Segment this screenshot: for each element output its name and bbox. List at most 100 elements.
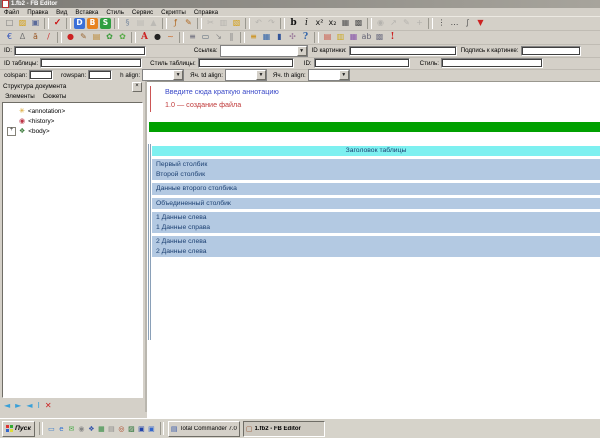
toolbar-icon[interactable]	[197, 18, 202, 29]
table-row[interactable]: 2 Данные слева 2 Данные слева	[152, 236, 600, 257]
menu-item[interactable]: Справка	[190, 9, 222, 16]
paste-icon[interactable]: ▧	[230, 17, 243, 29]
print-icon[interactable]: ▤	[134, 17, 147, 29]
italic-icon[interactable]: i	[300, 17, 313, 29]
panel-tab[interactable]: Сюжеты	[43, 93, 67, 100]
href-combo[interactable]: ▼	[220, 45, 308, 57]
add-link-icon[interactable]: ↗	[387, 17, 400, 29]
table-style-input[interactable]	[198, 58, 294, 68]
toolbar-icon[interactable]	[57, 32, 62, 43]
toolbar-icon[interactable]	[280, 18, 285, 29]
add-element-icon[interactable]: +	[413, 17, 426, 29]
graphics-icon[interactable]: ❖	[87, 425, 96, 433]
excel-icon[interactable]: ▦	[97, 425, 106, 433]
toolbar-icon[interactable]	[131, 32, 136, 43]
notes-icon[interactable]: ▣	[137, 425, 146, 433]
align-icon[interactable]: ≡	[186, 31, 199, 43]
view-source-icon[interactable]: S	[100, 18, 111, 29]
insert-title-icon[interactable]: Δ	[16, 31, 29, 43]
bullet-icon[interactable]: ●	[151, 31, 164, 43]
leaf-icon[interactable]: ✿	[103, 31, 116, 43]
menu-item[interactable]: Вид	[52, 9, 71, 16]
dropdown-arrow-icon[interactable]: ▼	[256, 70, 266, 80]
expander-icon[interactable]: +	[7, 127, 16, 136]
titlebar[interactable]: 1.fb2 - FB Editor	[0, 0, 600, 8]
image-id-input[interactable]	[349, 46, 457, 56]
rowspan-input[interactable]	[88, 70, 112, 80]
close-icon[interactable]: ×	[132, 82, 142, 92]
table-id-input[interactable]	[40, 58, 142, 68]
media-icon[interactable]: ◉	[77, 425, 86, 433]
insert-table-icon[interactable]: ▦	[260, 31, 273, 43]
taskbar-task-button[interactable]: ▢ 1.fb2 - FB Editor	[243, 421, 325, 437]
menu-item[interactable]: Файл	[0, 9, 23, 16]
burner-icon[interactable]: ◎	[117, 425, 126, 433]
pencil-icon[interactable]: ✎	[77, 31, 90, 43]
version-text[interactable]: 1.0 — создание файла	[165, 100, 241, 109]
panel-icon[interactable]: ▮	[273, 31, 286, 43]
subscript-icon[interactable]: x₂	[326, 17, 339, 29]
export-icon[interactable]: ▲	[147, 17, 160, 29]
menu-item[interactable]: Стиль	[102, 9, 128, 16]
flower-icon[interactable]: ✣	[286, 31, 299, 43]
ellipsis-icon[interactable]: …	[448, 17, 461, 29]
bold-icon[interactable]: b	[287, 17, 300, 29]
colspan-input[interactable]	[29, 70, 53, 80]
toolbar-icon[interactable]	[240, 32, 245, 43]
image-icon[interactable]: ▭	[199, 31, 212, 43]
floppy-icon[interactable]: ▣	[147, 425, 156, 433]
inline-image-icon[interactable]: ▦	[339, 17, 352, 29]
cell-id-input[interactable]	[314, 58, 410, 68]
columns-icon[interactable]: ‖	[225, 31, 238, 43]
remove-node-icon[interactable]: ✕	[45, 402, 52, 410]
note-icon[interactable]: ▩	[352, 17, 365, 29]
show-desktop-icon[interactable]: ▭	[47, 425, 56, 433]
new-document-icon[interactable]: □	[3, 17, 16, 29]
more-icon[interactable]: ⋮	[435, 17, 448, 29]
id-input[interactable]	[14, 46, 146, 56]
cell-style-input[interactable]	[441, 58, 543, 68]
toolbar-icon[interactable]	[367, 18, 372, 29]
record-icon[interactable]: ●	[64, 31, 77, 43]
table-merge-icon[interactable]: ▦	[347, 31, 360, 43]
script-icon[interactable]: ∫	[461, 17, 474, 29]
leaf2-icon[interactable]: ✿	[116, 31, 129, 43]
view-body-icon[interactable]: B	[87, 18, 98, 29]
menu-item[interactable]: Сервис	[128, 9, 157, 16]
table-row[interactable]: Данные второго столбика	[152, 183, 600, 195]
toolbar-icon[interactable]	[44, 18, 49, 29]
document-icon[interactable]: ▤	[107, 425, 116, 433]
redo-icon[interactable]: ↷	[265, 17, 278, 29]
panel-tab[interactable]: Элементы	[5, 93, 35, 100]
insert-emphasis-icon[interactable]: /	[42, 31, 55, 43]
hourglass-icon[interactable]: Ι	[37, 402, 39, 410]
brush-icon[interactable]: ✎	[182, 17, 195, 29]
notebook-icon[interactable]: ▤	[90, 31, 103, 43]
halign-combo[interactable]: ▼	[142, 69, 184, 81]
nav-first-icon[interactable]: ◄	[4, 402, 10, 410]
question-icon[interactable]: ?	[299, 31, 312, 43]
start-button[interactable]: Пуск	[2, 421, 35, 437]
validate-icon[interactable]: ✓	[51, 17, 64, 29]
tree-item[interactable]: ✳ <annotation>	[7, 106, 142, 116]
menu-item[interactable]: Правка	[23, 9, 52, 16]
th-align-combo[interactable]: ▼	[308, 69, 350, 81]
edit-link-icon[interactable]: ✎	[400, 17, 413, 29]
toolbar-icon[interactable]	[66, 18, 71, 29]
table-row[interactable]: Объединенный столбик	[152, 198, 600, 210]
toolbar-icon[interactable]	[314, 32, 319, 43]
view-description-icon[interactable]: D	[74, 18, 85, 29]
toolbar-icon[interactable]	[114, 18, 119, 29]
arrow-icon[interactable]: ↘	[212, 31, 225, 43]
toolbar-icon[interactable]	[428, 18, 433, 29]
ie-icon[interactable]: e	[57, 425, 66, 433]
td-align-combo[interactable]: ▼	[225, 69, 267, 81]
copy-icon[interactable]: ▥	[217, 17, 230, 29]
table-add-row-icon[interactable]: ▤	[321, 31, 334, 43]
insert-symbol-icon[interactable]: €	[3, 31, 16, 43]
table-add-col-icon[interactable]: ▥	[334, 31, 347, 43]
toolbar-icon[interactable]	[162, 18, 167, 29]
tree-item[interactable]: ◉ <history>	[7, 116, 142, 126]
table-grid-icon[interactable]: ▩	[373, 31, 386, 43]
menu-item[interactable]: Вставка	[71, 9, 102, 16]
